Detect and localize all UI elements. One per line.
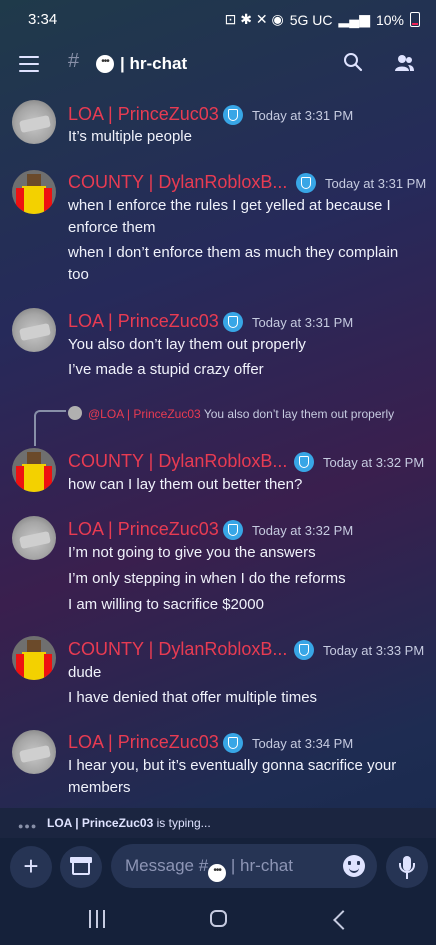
status-time: 3:34: [28, 11, 58, 28]
message-placeholder: Message # ••• | hr-chat: [125, 856, 293, 882]
shield-badge-icon: [223, 733, 243, 753]
author-name[interactable]: LOA | PrinceZuc03: [68, 104, 219, 125]
shield-badge-icon: [223, 105, 243, 125]
message-input[interactable]: Message # ••• | hr-chat: [111, 844, 377, 888]
shield-badge-icon: [294, 452, 314, 472]
typing-dots-icon: ●●●: [18, 821, 38, 831]
plus-icon: +: [23, 851, 39, 881]
speech-bubble-icon: •••: [208, 864, 227, 882]
emoji-icon[interactable]: [343, 855, 365, 877]
timestamp: Today at 3:32 PM: [323, 455, 425, 470]
typing-user: LOA | PrinceZuc03: [47, 816, 154, 830]
shield-badge-icon: [223, 312, 243, 332]
typing-text: LOA | PrinceZuc03 is typing...: [47, 816, 211, 830]
reply-text: You also don’t lay them out properly: [203, 407, 395, 421]
message-composer: + Message # ••• | hr-chat: [0, 838, 436, 898]
speech-bubble-icon: •••: [96, 55, 114, 73]
author-name[interactable]: COUNTY | DylanRobloxB...: [68, 451, 287, 472]
message-text: I am willing to sacrifice $2000: [68, 596, 264, 613]
author-name[interactable]: COUNTY | DylanRobloxB...: [68, 639, 287, 660]
author-name[interactable]: LOA | PrinceZuc03: [68, 311, 219, 332]
avatar[interactable]: [12, 308, 56, 352]
shield-badge-icon: [294, 640, 314, 660]
message-text: when I enforce the rules I get yelled at…: [68, 197, 391, 236]
message-text: You also don’t lay them out properly: [68, 336, 306, 353]
members-icon[interactable]: [393, 52, 415, 74]
timestamp: Today at 3:33 PM: [323, 643, 425, 658]
avatar[interactable]: [12, 100, 56, 144]
message-list[interactable]: LOA | PrinceZuc03 Today at 3:31 PM It’s …: [0, 92, 436, 808]
home-icon[interactable]: [210, 910, 227, 927]
search-icon[interactable]: [343, 52, 363, 72]
gift-button[interactable]: [60, 846, 102, 888]
message-text: I’m not going to give you the answers: [68, 544, 316, 561]
timestamp: Today at 3:31 PM: [325, 176, 427, 191]
timestamp: Today at 3:31 PM: [252, 108, 354, 123]
typing-suffix: is typing...: [156, 816, 211, 830]
avatar[interactable]: [12, 170, 56, 214]
back-icon[interactable]: [333, 910, 353, 930]
shield-badge-icon: [223, 520, 243, 540]
signal-icons: ⊡ ✱ ✕ ◉: [224, 11, 284, 27]
status-bar: 3:34 ⊡ ✱ ✕ ◉ 5G UC ▂▄▆ 10%: [0, 0, 436, 40]
author-name[interactable]: COUNTY | DylanRobloxB...: [68, 172, 287, 193]
avatar[interactable]: [12, 636, 56, 680]
message-text: I hear you, but it’s eventually gonna sa…: [68, 757, 397, 796]
battery-icon: [410, 12, 420, 27]
recents-icon[interactable]: [89, 910, 105, 928]
message-text: I’ve made a stupid crazy offer: [68, 361, 264, 378]
voice-message-button[interactable]: [386, 846, 428, 888]
system-nav-bar: [0, 898, 436, 945]
message-text: I have denied that offer multiple times: [68, 689, 318, 706]
menu-icon[interactable]: [19, 56, 39, 72]
message-text: when I don’t enforce them as much they c…: [68, 244, 399, 283]
avatar[interactable]: [12, 516, 56, 560]
message-text: I’m only stepping in when I do the refor…: [68, 570, 346, 587]
reply-mention: @LOA | PrinceZuc03: [88, 407, 201, 421]
reply-snippet: @LOA | PrinceZuc03 You also don’t lay th…: [68, 404, 408, 424]
signal-bars-icon: ▂▄▆: [338, 11, 370, 27]
timestamp: Today at 3:32 PM: [252, 523, 354, 538]
shield-badge-icon: [296, 173, 316, 193]
message-text: It’s multiple people: [68, 128, 192, 145]
avatar[interactable]: [12, 448, 56, 492]
channel-title[interactable]: | hr-chat: [120, 54, 187, 74]
timestamp: Today at 3:31 PM: [252, 315, 354, 330]
status-icons: ⊡ ✱ ✕ ◉ 5G UC ▂▄▆ 10%: [225, 11, 420, 28]
author-name[interactable]: LOA | PrinceZuc03: [68, 519, 219, 540]
hash-icon: #: [68, 50, 80, 72]
add-attachment-button[interactable]: +: [10, 846, 52, 888]
channel-header: # ••• | hr-chat: [0, 40, 436, 92]
message-text: dude: [68, 664, 102, 681]
message-text: how can I lay them out better then?: [68, 476, 303, 493]
battery-percent: 10%: [375, 11, 404, 28]
author-name[interactable]: LOA | PrinceZuc03: [68, 732, 219, 753]
avatar[interactable]: [12, 730, 56, 774]
timestamp: Today at 3:34 PM: [252, 736, 354, 751]
network-label: 5G UC: [289, 11, 333, 28]
channel-name: hr-chat: [129, 54, 188, 73]
typing-indicator: ●●● LOA | PrinceZuc03 is typing...: [0, 808, 436, 838]
